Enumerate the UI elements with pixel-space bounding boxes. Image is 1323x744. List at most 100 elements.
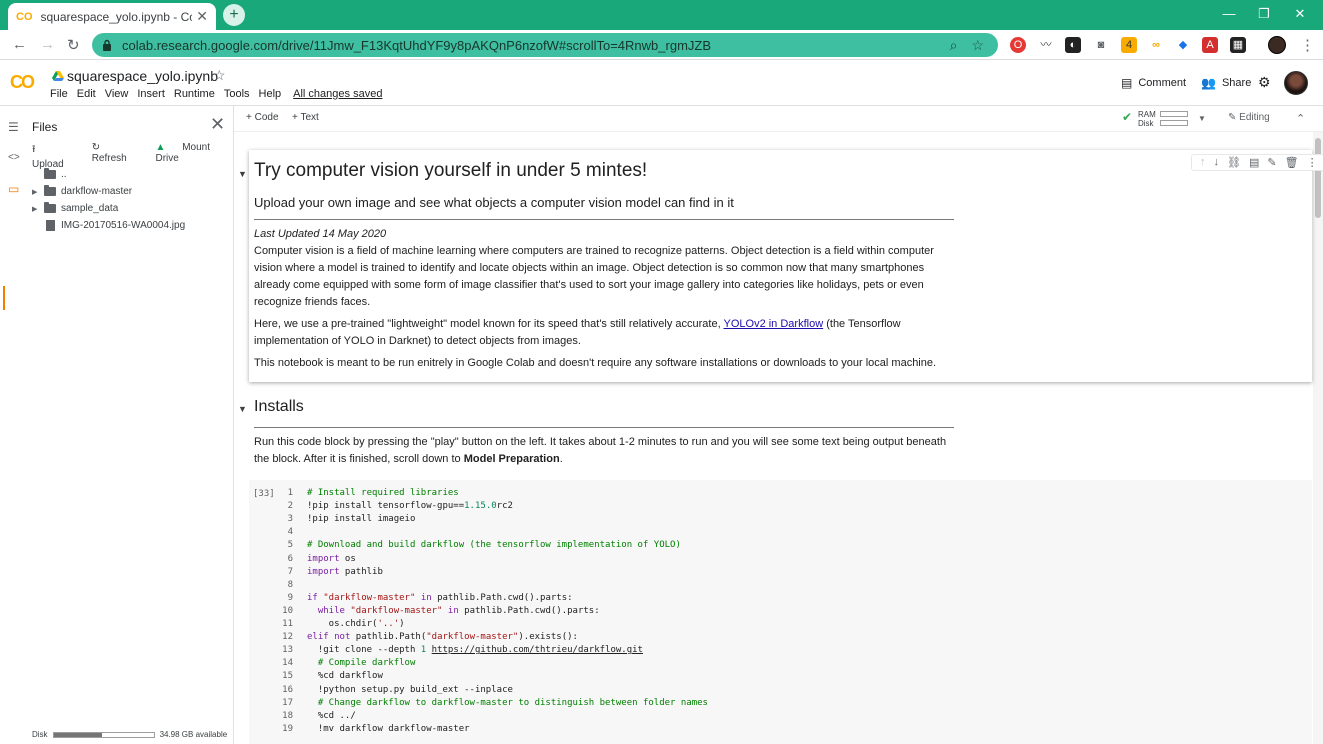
back-icon[interactable]: ← bbox=[12, 36, 27, 53]
camera-extension-icon[interactable]: ◙ bbox=[1093, 37, 1109, 53]
ram-disk-indicator[interactable]: RAM Disk bbox=[1138, 110, 1188, 128]
colab-logo[interactable]: CO bbox=[10, 72, 35, 93]
code-text: %cd darkflow bbox=[307, 671, 383, 682]
files-folder-icon[interactable]: ▭ bbox=[8, 182, 19, 196]
code-line[interactable]: 8 bbox=[275, 579, 307, 592]
code-text: !mv darkflow darkflow-master bbox=[307, 723, 470, 734]
section-collapse-icon[interactable]: ▼ bbox=[238, 169, 247, 179]
code-line[interactable]: 18 %cd ../ bbox=[275, 710, 356, 723]
pocket-extension-icon[interactable]: ◐ bbox=[1065, 37, 1081, 53]
close-window-icon[interactable]: ✕ bbox=[1277, 0, 1323, 30]
code-line[interactable]: 3 !pip install imageio bbox=[275, 513, 416, 526]
code-line[interactable]: 10 while "darkflow-master" in pathlib.Pa… bbox=[275, 605, 599, 618]
code-line[interactable]: 2 !pip install tensorflow-gpu==1.15.0rc2 bbox=[275, 500, 513, 513]
browser-tab[interactable]: CO squarespace_yolo.ipynb - Colabo ✕ bbox=[8, 3, 216, 30]
code-line[interactable]: 15 %cd darkflow bbox=[275, 670, 383, 683]
code-line[interactable]: 19 !mv darkflow darkflow-master bbox=[275, 723, 470, 736]
divider bbox=[254, 219, 954, 220]
add-code-button[interactable]: + Code bbox=[246, 112, 279, 123]
line-number: 7 bbox=[287, 566, 293, 577]
close-panel-icon[interactable]: ✕ bbox=[210, 114, 225, 135]
save-status[interactable]: All changes saved bbox=[293, 88, 382, 100]
editing-mode[interactable]: ✎ Editing bbox=[1228, 112, 1270, 123]
menu-insert[interactable]: Insert bbox=[137, 88, 165, 100]
grid-extension-icon[interactable]: ▦ bbox=[1230, 37, 1246, 53]
move-down-icon[interactable]: ↓ bbox=[1214, 156, 1220, 169]
settings-gear-icon[interactable]: ⚙ bbox=[1258, 74, 1271, 91]
new-tab-button[interactable]: + bbox=[223, 4, 245, 26]
close-tab-icon[interactable]: ✕ bbox=[196, 8, 208, 25]
yolo-darkflow-link[interactable]: YOLOv2 in Darkflow bbox=[724, 318, 824, 330]
link-icon[interactable]: ⛓ bbox=[1227, 156, 1241, 169]
address-bar[interactable]: colab.research.google.com/drive/11Jmw_F1… bbox=[92, 33, 998, 57]
code-cell[interactable]: [33] 1 # Install required libraries 2 !pip … bbox=[249, 480, 1312, 744]
notebook-name[interactable]: squarespace_yolo.ipynb bbox=[67, 68, 218, 84]
scrollbar[interactable] bbox=[1313, 132, 1323, 744]
menu-tools[interactable]: Tools bbox=[224, 88, 250, 100]
code-line[interactable]: 9 if "darkflow-master" in pathlib.Path.cw… bbox=[275, 592, 573, 605]
browser-menu-icon[interactable]: ⋮ bbox=[1300, 36, 1315, 54]
comment-cell-icon[interactable]: ▤ bbox=[1249, 156, 1259, 169]
code-line[interactable]: 5 # Download and build darkflow (the tens… bbox=[275, 539, 681, 552]
browser-toolbar: ← → ↻ colab.research.google.com/drive/11… bbox=[0, 30, 1323, 60]
execution-count[interactable]: [33] bbox=[253, 489, 275, 499]
code-line[interactable]: 4 bbox=[275, 526, 307, 539]
expand-caret-icon[interactable]: ▶ bbox=[32, 205, 44, 213]
reload-icon[interactable]: ↻ bbox=[67, 36, 80, 54]
code-line[interactable]: 11 os.chdir('..') bbox=[275, 618, 404, 631]
more-options-icon[interactable]: ⋮ bbox=[1307, 156, 1318, 169]
menu-runtime[interactable]: Runtime bbox=[174, 88, 215, 100]
code-line[interactable]: 12 elif not pathlib.Path("darkflow-master… bbox=[275, 631, 578, 644]
edit-icon[interactable]: ✎ bbox=[1267, 156, 1276, 169]
file-tree-item[interactable]: IMG-20170516-WA0004.jpg bbox=[32, 217, 185, 234]
comment-button[interactable]: ▤ Comment bbox=[1121, 76, 1186, 90]
scrollbar-thumb[interactable] bbox=[1315, 138, 1321, 218]
pdf-extension-icon[interactable]: A bbox=[1202, 37, 1218, 53]
notes-extension-icon[interactable]: 4 bbox=[1121, 37, 1137, 53]
expand-caret-icon[interactable]: ▶ bbox=[32, 188, 44, 196]
diamond-extension-icon[interactable]: ◆ bbox=[1175, 37, 1191, 53]
paragraph-text: Here, we use a pre-trained "lightweight"… bbox=[254, 318, 721, 330]
user-avatar[interactable] bbox=[1284, 71, 1308, 95]
installs-paragraph-line: the block. After it is finished, scroll … bbox=[254, 451, 974, 468]
opera-extension-icon[interactable]: O bbox=[1010, 37, 1026, 53]
share-label: Share bbox=[1221, 77, 1252, 89]
code-line[interactable]: 16 !python setup.py build_ext --inplace bbox=[275, 684, 513, 697]
add-text-button[interactable]: + Text bbox=[292, 112, 319, 123]
move-up-icon[interactable]: ↑ bbox=[1200, 156, 1206, 169]
code-line[interactable]: 13 !git clone --depth 1 https://github.c… bbox=[275, 644, 643, 657]
colab-extension-icon[interactable]: ∞ bbox=[1148, 37, 1164, 53]
menu-view[interactable]: View bbox=[105, 88, 129, 100]
runtime-dropdown-icon[interactable]: ▼ bbox=[1198, 114, 1206, 123]
text-cell-intro[interactable]: ↑ ↓ ⛓ ▤ ✎ 🗑 ⋮ Try computer vision yourse… bbox=[249, 150, 1323, 382]
google-drive-icon bbox=[52, 71, 64, 81]
menu-edit[interactable]: Edit bbox=[77, 88, 96, 100]
code-text: # Change darkflow to darkflow-master to … bbox=[307, 697, 708, 708]
zoom-icon[interactable]: ⌕ bbox=[950, 37, 958, 54]
code-line[interactable]: 14 # Compile darkflow bbox=[275, 657, 415, 670]
code-snippets-icon[interactable]: <> bbox=[8, 152, 20, 163]
code-line[interactable]: 1 # Install required libraries bbox=[275, 487, 459, 500]
delete-icon[interactable]: 🗑 bbox=[1285, 156, 1299, 169]
star-icon[interactable]: ☆ bbox=[213, 67, 226, 84]
code-line[interactable]: 7 import pathlib bbox=[275, 566, 383, 579]
line-number: 16 bbox=[282, 684, 293, 695]
collapse-header-icon[interactable]: ⌃ bbox=[1296, 112, 1305, 125]
menu-file[interactable]: File bbox=[50, 88, 68, 100]
share-button[interactable]: 👥 Share bbox=[1201, 76, 1251, 90]
code-line[interactable]: 17 # Change darkflow to darkflow-master … bbox=[275, 697, 708, 710]
file-tree-item[interactable]: ▶ darkflow-master bbox=[32, 183, 185, 200]
file-tree-item[interactable]: .. bbox=[32, 166, 185, 183]
wave-extension-icon[interactable]: 〰 bbox=[1038, 37, 1054, 53]
bookmark-star-icon[interactable]: ☆ bbox=[971, 37, 984, 54]
section-collapse-icon[interactable]: ▼ bbox=[238, 404, 247, 414]
forward-icon[interactable]: → bbox=[40, 36, 55, 53]
code-line[interactable]: 6 import os bbox=[275, 553, 356, 566]
table-of-contents-icon[interactable]: ☰ bbox=[8, 120, 19, 134]
code-text: import os bbox=[307, 553, 356, 564]
line-number: 5 bbox=[287, 540, 293, 551]
file-tree-item[interactable]: ▶ sample_data bbox=[32, 200, 185, 217]
menu-help[interactable]: Help bbox=[259, 88, 282, 100]
profile-avatar-icon[interactable] bbox=[1268, 36, 1286, 54]
notebook-title[interactable]: squarespace_yolo.ipynb bbox=[52, 68, 218, 84]
